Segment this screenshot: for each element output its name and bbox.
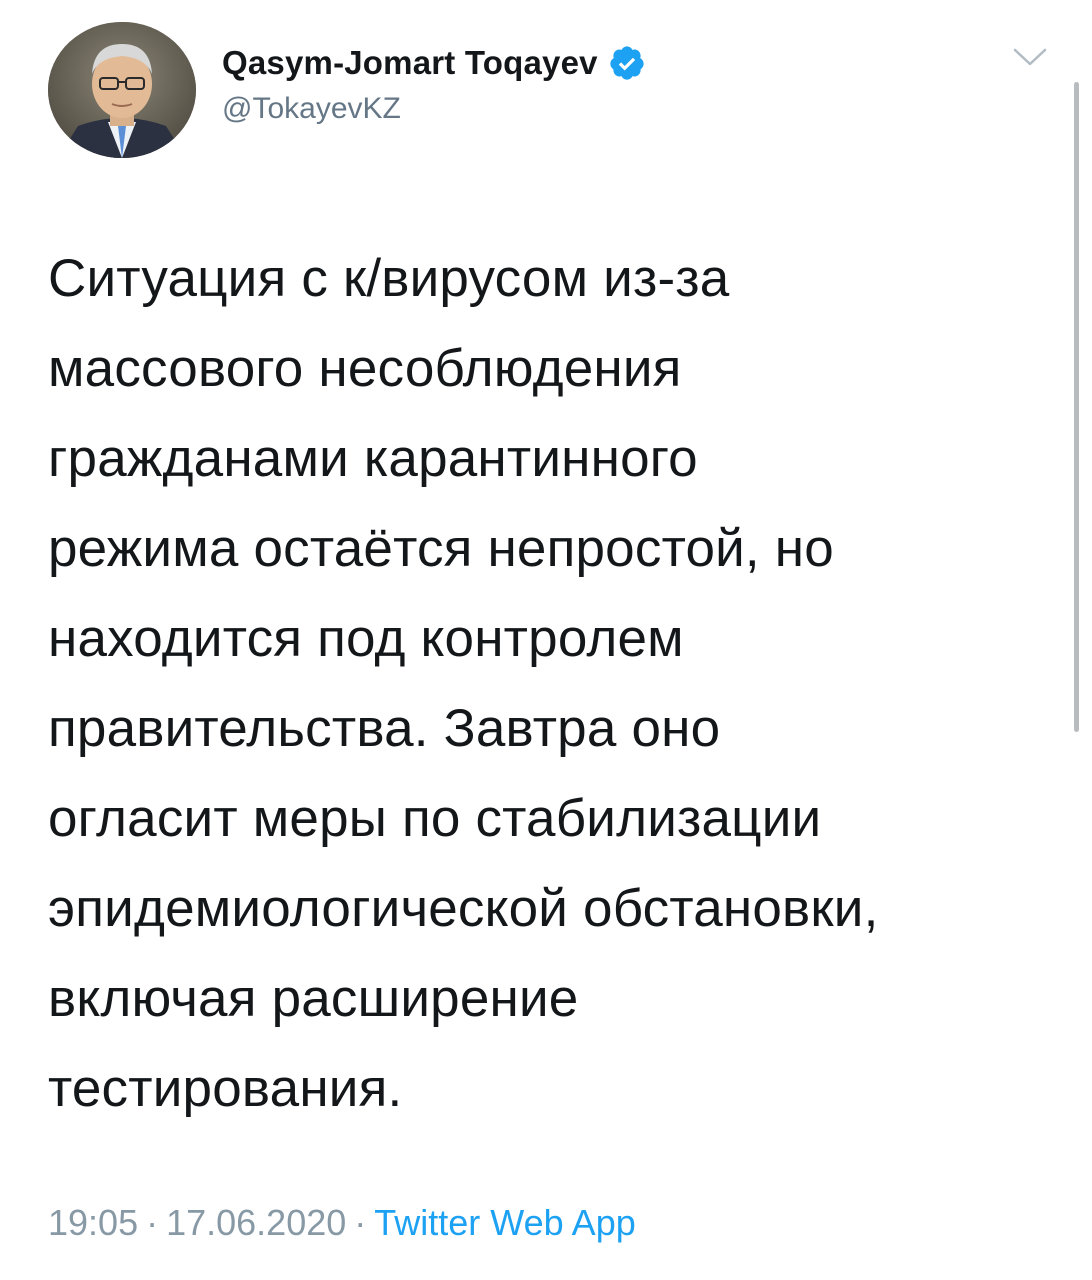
tweet-time[interactable]: 19:05: [48, 1202, 138, 1243]
meta-separator: ·: [146, 1202, 159, 1243]
tweet-date[interactable]: 17.06.2020: [166, 1202, 346, 1243]
avatar-image: [48, 22, 196, 158]
chevron-down-icon[interactable]: [1012, 46, 1048, 68]
tweet-text: Ситуация с к/вирусом из-за массового нес…: [48, 249, 879, 1118]
name-row: Qasym-Jomart Toqayev: [222, 40, 646, 86]
author-block: Qasym-Jomart Toqayev @TokayevKZ: [222, 40, 646, 126]
display-name[interactable]: Qasym-Jomart Toqayev: [222, 44, 598, 82]
meta-separator: ·: [354, 1202, 367, 1243]
verified-badge-icon: [608, 44, 646, 82]
tweet-source-link[interactable]: Twitter Web App: [374, 1202, 635, 1243]
handle[interactable]: @TokayevKZ: [222, 92, 646, 126]
tweet-card: Qasym-Jomart Toqayev @TokayevKZ Ситуация…: [0, 0, 1092, 1280]
scrollbar[interactable]: [1074, 82, 1079, 732]
tweet-meta: 19:05 · 17.06.2020 · Twitter Web App: [48, 1202, 636, 1244]
avatar[interactable]: [48, 22, 196, 158]
